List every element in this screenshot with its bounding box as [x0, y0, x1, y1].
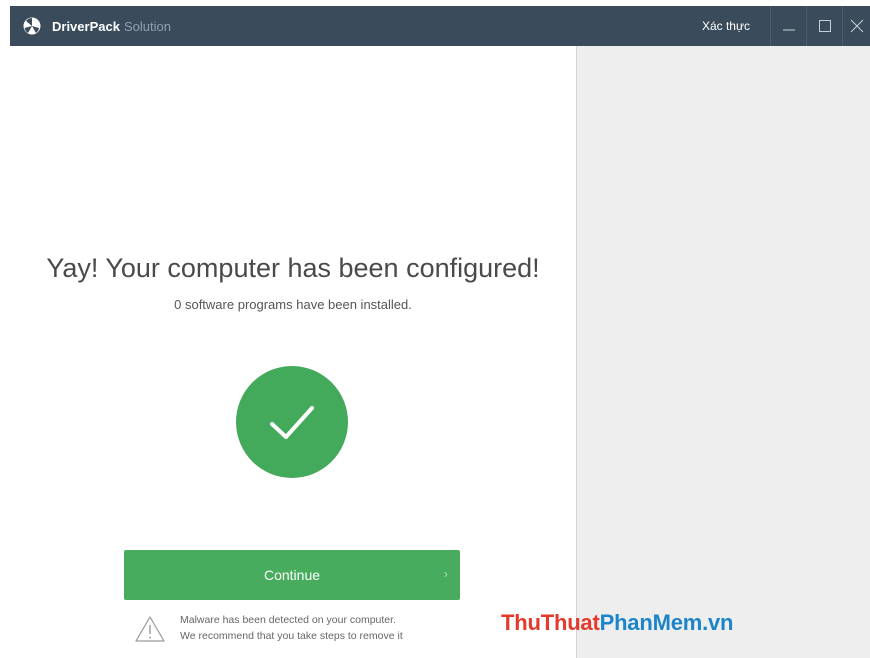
close-icon [850, 19, 863, 33]
warning-line-1: Malware has been detected on your comput… [180, 614, 396, 626]
minimize-button[interactable] [770, 6, 806, 46]
minimize-icon [782, 29, 795, 31]
warning-message: Malware has been detected on your comput… [180, 612, 403, 644]
install-summary: 0 software programs have been installed. [174, 297, 412, 312]
close-button[interactable] [842, 6, 870, 46]
page-title: Yay! Your computer has been configured! [46, 253, 540, 283]
app-name: DriverPack [52, 18, 120, 34]
auth-link[interactable]: Xác thực [702, 19, 750, 33]
maximize-button[interactable] [806, 6, 842, 46]
continue-button-label: Continue [263, 567, 321, 583]
app-name-suffix: Solution [123, 18, 171, 34]
title-bar: DriverPack Solution Xác thực [10, 6, 870, 46]
main-content: Yay! Your computer has been configured! … [10, 46, 576, 658]
warning-triangle-icon [135, 616, 165, 642]
checkmark-icon [270, 406, 314, 439]
warning-line-2: We recommend that you take steps to remo… [180, 630, 403, 642]
watermark-part-2: PhanMem.vn [599, 610, 734, 635]
watermark-part-1: ThuThuat [501, 610, 600, 635]
window-frame-left [0, 0, 10, 658]
continue-button[interactable]: Continue › [124, 550, 460, 600]
chevron-right-icon: › [443, 566, 448, 581]
driverpack-logo-icon [22, 16, 42, 36]
watermark: ThuThuatPhanMem.vn [501, 610, 733, 636]
maximize-icon [818, 20, 831, 32]
success-badge [236, 366, 348, 478]
malware-warning[interactable]: Malware has been detected on your comput… [134, 612, 454, 648]
side-panel [576, 46, 870, 658]
